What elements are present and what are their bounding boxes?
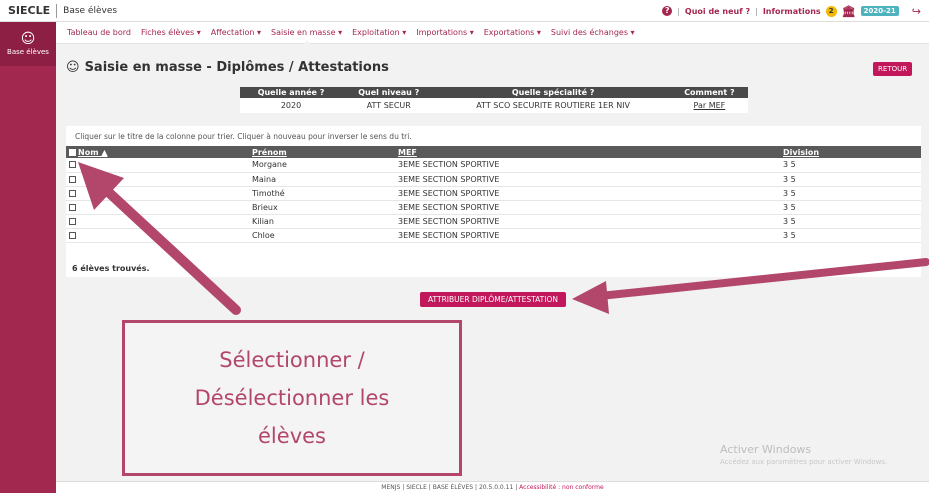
cell-division: 3 5 [783, 228, 921, 243]
row-checkbox[interactable] [69, 217, 76, 225]
nav-exploitation[interactable]: Exploitation ▾ [347, 22, 411, 44]
cell-division: 3 5 [783, 214, 921, 229]
sort-hint: Cliquer sur le titre de la colonne pour … [75, 132, 412, 141]
sidebar-item-label: Base élèves [7, 48, 49, 56]
criteria-header-specialty: Quelle spécialité ? [435, 87, 671, 98]
row-checkbox[interactable] [69, 175, 76, 183]
footer-menjs[interactable]: MENJS [381, 484, 400, 491]
separator: | [755, 6, 758, 16]
students-panel: Cliquer sur le titre de la colonne pour … [66, 126, 921, 277]
row-checkbox[interactable] [69, 231, 76, 239]
top-right-links: ? | Quoi de neuf ? | Informations 2 🏛 20… [662, 0, 921, 22]
criteria-table: Quelle année ? Quel niveau ? Quelle spéc… [240, 87, 748, 113]
row-checkbox[interactable] [69, 189, 76, 197]
row-checkbox[interactable] [69, 161, 76, 169]
criteria-method: Par MEF [670, 98, 748, 113]
cell-mef: 3EME SECTION SPORTIVE [398, 228, 783, 243]
table-row: Kilian 3EME SECTION SPORTIVE 3 5 [66, 214, 921, 229]
logout-icon[interactable]: ↪ [912, 5, 921, 18]
criteria-header-level: Quel niveau ? [342, 87, 436, 98]
cell-prenom: Maina [252, 172, 398, 187]
criteria-header-year: Quelle année ? [240, 87, 343, 98]
cell-division: 3 5 [783, 158, 921, 173]
criteria-specialty: ATT SCO SECURITE ROUTIERE 1ER NIV [435, 98, 671, 113]
callout-line: Sélectionner / [219, 348, 365, 372]
cell-prenom: Kilian [252, 214, 398, 229]
sidebar-item-base-eleves[interactable]: ☺ Base élèves [0, 22, 56, 66]
page-title-text: Saisie en masse - Diplômes / Attestation… [84, 60, 389, 75]
cell-prenom: Chloe [252, 228, 398, 243]
windows-watermark-sub: Accédez aux paramètres pour activer Wind… [720, 458, 888, 466]
users-icon: ☺ [20, 31, 36, 47]
callout-line: Désélectionner les [194, 386, 390, 410]
footer: MENJS | SIECLE | BASE ÉLÈVES | 20.5.0.0.… [56, 481, 929, 493]
retour-button[interactable]: RETOUR [873, 62, 913, 76]
criteria-level: ATT SECUR [342, 98, 436, 113]
cell-division: 3 5 [783, 186, 921, 201]
school-year-badge[interactable]: 2020-21 [860, 6, 899, 16]
help-icon[interactable]: ? [662, 6, 673, 16]
cell-division: 3 5 [783, 172, 921, 187]
nav-suivi-echanges[interactable]: Suivi des échanges ▾ [546, 22, 640, 44]
students-count: 6 élèves trouvés. [72, 264, 150, 273]
instruction-callout: Sélectionner / Désélectionner les élèves [122, 320, 462, 476]
row-checkbox[interactable] [69, 203, 76, 211]
cell-prenom: Morgane [252, 158, 398, 173]
whats-new-link[interactable]: Quoi de neuf ? [685, 7, 750, 16]
assign-diploma-button[interactable]: ATTRIBUER DIPLÔME/ATTESTATION [420, 292, 566, 307]
cell-prenom: Timothé [252, 186, 398, 201]
table-row: Chloe 3EME SECTION SPORTIVE 3 5 [66, 228, 921, 243]
nav-saisie-en-masse[interactable]: Saisie en masse ▾ [266, 22, 347, 45]
cell-mef: 3EME SECTION SPORTIVE [398, 158, 783, 173]
table-row: Brieux 3EME SECTION SPORTIVE 3 5 [66, 200, 921, 215]
cell-mef: 3EME SECTION SPORTIVE [398, 172, 783, 187]
sidebar: ☺ Base élèves [0, 22, 56, 493]
cell-mef: 3EME SECTION SPORTIVE [398, 214, 783, 229]
informations-link[interactable]: Informations [763, 7, 821, 16]
nav-importations[interactable]: Importations ▾ [411, 22, 479, 44]
criteria-year: 2020 [240, 98, 343, 113]
cell-division: 3 5 [783, 200, 921, 215]
criteria-header-method: Comment ? [670, 87, 748, 98]
users-icon: ☺ [66, 60, 80, 75]
brand-logo: SIECLE [0, 3, 58, 18]
nav-exportations[interactable]: Exportations ▾ [479, 22, 546, 44]
callout-line: élèves [258, 424, 326, 448]
table-row: Morgane 3EME SECTION SPORTIVE 3 5 [66, 158, 921, 173]
table-row: Timothé 3EME SECTION SPORTIVE 3 5 [66, 186, 921, 201]
footer-base-eleves[interactable]: BASE ÉLÈVES [433, 484, 473, 491]
column-mef[interactable]: MEF [398, 146, 783, 158]
select-all-checkbox[interactable] [69, 148, 76, 156]
nav-affectation[interactable]: Affectation ▾ [206, 22, 266, 44]
column-nom-label[interactable]: Nom ▲ [78, 148, 107, 157]
column-nom[interactable]: Nom ▲ [66, 146, 252, 158]
column-prenom[interactable]: Prénom [252, 146, 398, 158]
footer-accessibility[interactable]: Accessibilité : non conforme [519, 484, 604, 491]
footer-version: 20.5.0.0.11 [478, 484, 514, 491]
page-title: ☺ Saisie en masse - Diplômes / Attestati… [66, 60, 389, 75]
cell-mef: 3EME SECTION SPORTIVE [398, 186, 783, 201]
separator: | [677, 6, 680, 16]
table-row: Maina 3EME SECTION SPORTIVE 3 5 [66, 172, 921, 187]
informations-count-badge: 2 [825, 5, 837, 17]
main-nav: Tableau de bord Fiches élèves ▾ Affectat… [56, 22, 929, 45]
cell-mef: 3EME SECTION SPORTIVE [398, 200, 783, 215]
nav-tableau-de-bord[interactable]: Tableau de bord [62, 22, 136, 44]
establishment-icon[interactable]: 🏛 [842, 5, 856, 18]
windows-watermark-title: Activer Windows [720, 443, 812, 456]
students-table: Nom ▲ Prénom MEF Division Morgane 3EME S… [66, 146, 921, 243]
column-division[interactable]: Division [783, 146, 921, 158]
top-bar: SIECLE Base élèves ? | Quoi de neuf ? | … [0, 0, 929, 22]
footer-siecle[interactable]: SIECLE [406, 484, 427, 491]
nav-fiches-eleves[interactable]: Fiches élèves ▾ [136, 22, 206, 44]
cell-prenom: Brieux [252, 200, 398, 215]
app-name: Base élèves [63, 5, 118, 16]
